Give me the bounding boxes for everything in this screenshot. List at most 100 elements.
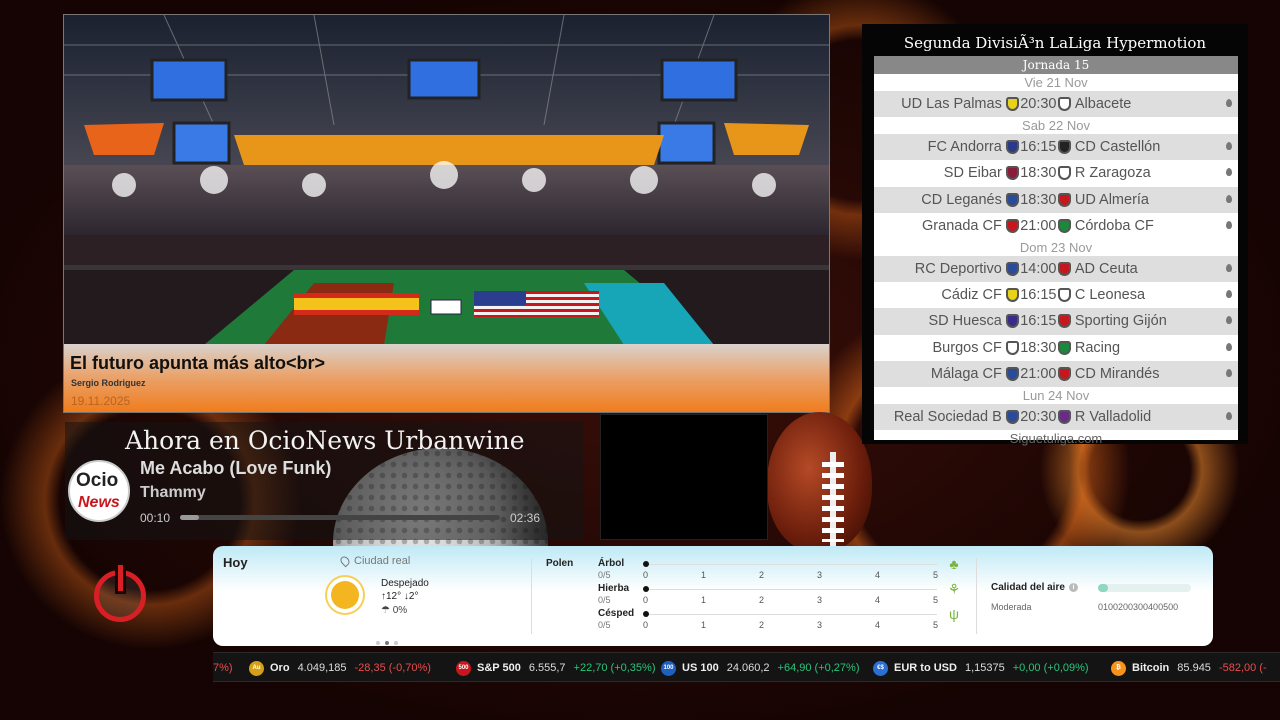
fixture-row[interactable]: SD Eibar 18:30 R Zaragoza	[874, 160, 1238, 186]
location-pin-icon[interactable]	[1226, 411, 1232, 420]
fixture-row[interactable]: CD Leganés 18:30 UD Almería	[874, 186, 1238, 213]
home-crest-icon	[1005, 140, 1019, 155]
video-placeholder[interactable]	[600, 414, 768, 540]
bitcoin-icon: ₿	[1111, 660, 1126, 676]
pollen-row: Césped 0/5 0 1 2 3 4 5 ψ	[598, 606, 959, 630]
weather-widget: Hoy Ciudad real Despejado ↑12° ↓2° ☂ 0% …	[213, 546, 1213, 646]
fixture-row[interactable]: Granada CF 21:00 Córdoba CF	[874, 213, 1238, 239]
home-team: FC Andorra	[927, 139, 1002, 156]
carousel-dots[interactable]	[376, 632, 403, 650]
logo-text-top: Ocio	[76, 470, 119, 491]
home-team: Real Sociedad B	[893, 408, 1002, 425]
fixture-day-label: Sab 22 Nov	[1022, 118, 1090, 134]
pollen-tick: 2	[759, 620, 765, 630]
ticker-item[interactable]: 7%)	[213, 653, 233, 681]
away-crest-icon	[1058, 409, 1071, 424]
air-quality-scale: 0100200300400500	[1098, 602, 1179, 612]
ticker-item[interactable]: 100 US 100 24.060,2 +64,90 (+0,27%)	[661, 653, 860, 681]
air-quality-title: Calidad del aire i	[991, 582, 1078, 593]
away-crest-icon	[1058, 166, 1071, 181]
pollen-tick: 3	[817, 620, 823, 630]
air-quality-label: Calidad del aire	[991, 582, 1065, 593]
fixture-row[interactable]: RC Deportivo 14:00 AD Ceuta	[874, 255, 1238, 283]
location-pin-icon[interactable]	[1226, 290, 1232, 299]
matchday-label: Jornada 15	[874, 56, 1238, 74]
location-pin-icon[interactable]	[1226, 99, 1232, 107]
fixture-row[interactable]: Málaga CF 21:00 CD Mirandés	[874, 360, 1238, 387]
home-crest-icon	[1005, 218, 1019, 233]
away-team: CD Mirandés	[1070, 365, 1160, 382]
rain-chance: ☂ 0%	[381, 605, 407, 616]
progress-fill	[180, 515, 200, 520]
pollen-value: 0/5	[598, 595, 611, 605]
kickoff-time: 18:30	[1020, 191, 1057, 208]
pollen-tick: 4	[875, 595, 881, 605]
home-team: Cádiz CF	[941, 287, 1002, 304]
power-icon[interactable]	[94, 565, 146, 622]
pollen-tick: 1	[701, 595, 707, 605]
news-card[interactable]: El futuro apunta más alto<br> Sergio Rod…	[63, 14, 830, 413]
pollen-tick: 0	[643, 620, 649, 630]
away-crest-icon	[1058, 262, 1071, 277]
fixture-row[interactable]: Real Sociedad B 20:30 R Valladolid	[874, 403, 1238, 431]
ocionews-logo: Ocio News	[68, 460, 130, 522]
away-team: Córdoba CF	[1070, 217, 1154, 234]
pollen-value: 0/5	[598, 620, 611, 630]
home-crest-icon	[1005, 340, 1019, 355]
fixture-row[interactable]: Burgos CF 18:30 Racing	[874, 335, 1238, 361]
pollen-tick: 4	[875, 570, 881, 580]
fixture-row[interactable]: Cádiz CF 16:15 C Leonesa	[874, 282, 1238, 308]
pollen-row: Hierba 0/5 0 1 2 3 4 5 ⚘	[598, 581, 960, 605]
home-team: Málaga CF	[930, 365, 1002, 382]
ticker-change: +0,00 (+0,09%)	[1012, 662, 1089, 674]
location-pin-icon[interactable]	[1226, 263, 1232, 272]
ticker-change: 7%)	[213, 662, 233, 674]
pollen-tick: 2	[759, 595, 765, 605]
pollen-tick: 1	[701, 620, 707, 630]
news-headline[interactable]: El futuro apunta más alto<br>	[70, 353, 325, 374]
pollen-tick: 0	[643, 595, 649, 605]
progress-bar[interactable]	[180, 515, 500, 520]
pollen-row: Árbol 0/5 0 1 2 3 4 5 ♣	[598, 556, 959, 580]
air-quality-state: Moderada	[991, 602, 1032, 612]
fixture-row[interactable]: UD Las Palmas 20:30 Albacete	[874, 91, 1238, 118]
pollen-tick: 1	[701, 570, 707, 580]
away-crest-icon	[1058, 97, 1071, 112]
away-team: R Valladolid	[1070, 408, 1152, 425]
kickoff-time: 16:15	[1020, 287, 1057, 304]
home-crest-icon	[1005, 288, 1019, 303]
temp-min: ↓2°	[403, 591, 419, 602]
fixture-row[interactable]: FC Andorra 16:15 CD Castellón	[874, 134, 1238, 161]
home-crest-icon	[1005, 97, 1019, 112]
ticker-name: US 100	[682, 662, 719, 674]
home-team: Granada CF	[922, 217, 1002, 234]
ticker-price: 6.555,7	[528, 662, 566, 674]
location-pin-icon[interactable]	[1226, 220, 1232, 229]
location-pin-icon[interactable]	[1226, 194, 1232, 203]
location-pin-icon[interactable]	[1226, 342, 1232, 351]
away-team: AD Ceuta	[1070, 261, 1138, 278]
kickoff-time: 20:30	[1020, 408, 1057, 425]
ticker-change: +64,90 (+0,27%)	[777, 662, 860, 674]
pollen-value: 0/5	[598, 570, 611, 580]
ticker-change: -28,35 (-0,70%)	[354, 662, 431, 674]
ticker-item[interactable]: Au Oro 4.049,185 -28,35 (-0,70%)	[249, 653, 431, 681]
ticker-price: 24.060,2	[726, 662, 770, 674]
info-icon[interactable]: i	[1068, 582, 1078, 592]
ticker-item[interactable]: €$ EUR to USD 1,15375 +0,00 (+0,09%)	[873, 653, 1089, 681]
away-crest-icon	[1058, 218, 1071, 233]
location-pin-icon[interactable]	[1226, 142, 1232, 151]
pollen-tick: 5	[933, 620, 939, 630]
fixtures-source-link[interactable]: Siguetuliga.com	[874, 430, 1238, 447]
fixtures-list: Vie 21 Nov UD Las Palmas 20:30 Albacete Sab…	[874, 74, 1238, 446]
location-pin-icon[interactable]	[1226, 368, 1232, 377]
currency-icon: €$	[873, 660, 888, 676]
kickoff-time: 14:00	[1020, 261, 1057, 278]
fixture-row[interactable]: SD Huesca 16:15 Sporting Gijón	[874, 308, 1238, 335]
ticker-item[interactable]: ₿ Bitcoin 85.945 -582,00 (-	[1111, 653, 1267, 681]
ticker-price: 4.049,185	[297, 662, 347, 674]
ticker-item[interactable]: 500 S&P 500 6.555,7 +22,70 (+0,35%)	[456, 653, 656, 681]
weather-location[interactable]: Ciudad real	[338, 554, 410, 568]
away-team: CD Castellón	[1070, 139, 1161, 156]
ticker-change: +22,70 (+0,35%)	[573, 662, 656, 674]
